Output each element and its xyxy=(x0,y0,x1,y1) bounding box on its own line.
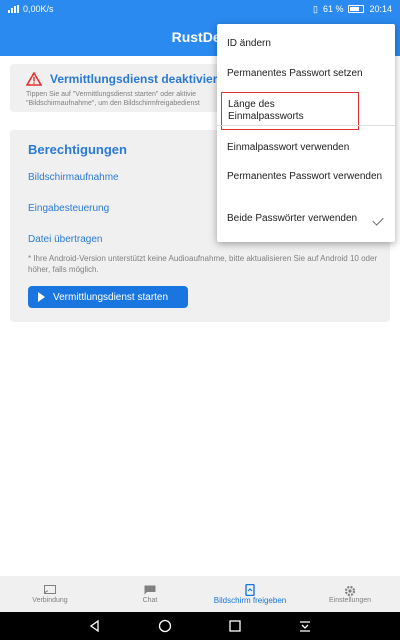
audio-note: * Ihre Android-Version unterstützt keine… xyxy=(28,254,378,274)
service-status-title: Vermittlungsdienst deaktiviert xyxy=(50,72,222,86)
cast-icon xyxy=(44,584,56,595)
status-left: 0,00K/s xyxy=(8,4,54,14)
home-icon[interactable] xyxy=(158,619,172,633)
phone-share-icon xyxy=(244,583,256,596)
bottom-navigation: Verbindung Chat Bildschirm freigeben Ein… xyxy=(0,576,400,612)
start-service-button[interactable]: Vermittlungsdienst starten xyxy=(28,286,188,308)
clock: 20:14 xyxy=(369,4,392,14)
tab-settings-label: Einstellungen xyxy=(328,596,372,604)
menu-item-use-permanent-password[interactable]: Permanentes Passwort verwenden xyxy=(227,171,385,183)
vibrate-icon: ▯ xyxy=(313,3,318,14)
overflow-menu: ID ändern Permanentes Passwort setzen Lä… xyxy=(217,24,395,242)
tab-settings[interactable]: Einstellungen xyxy=(300,576,400,612)
tab-chat-label: Chat xyxy=(142,596,158,604)
tab-connection-label: Verbindung xyxy=(32,596,68,604)
system-navigation-bar xyxy=(0,612,400,640)
gear-icon xyxy=(344,585,356,596)
menu-item-change-id[interactable]: ID ändern xyxy=(227,38,385,50)
permission-screen-capture[interactable]: Bildschirmaufnahme xyxy=(28,172,119,183)
tab-screen-share-label: Bildschirm freigeben xyxy=(213,595,287,605)
menu-item-use-otp[interactable]: Einmalpasswort verwenden xyxy=(227,142,385,154)
network-speed: 0,00K/s xyxy=(23,4,54,14)
battery-percent: 61 % xyxy=(322,4,344,14)
chat-icon xyxy=(144,585,156,595)
tab-screen-share[interactable]: Bildschirm freigeben xyxy=(200,576,300,612)
tab-connection[interactable]: Verbindung xyxy=(0,576,100,612)
battery-icon xyxy=(348,5,365,13)
start-service-label: Vermittlungsdienst starten xyxy=(53,291,169,303)
notification-pulldown-icon[interactable] xyxy=(298,619,312,633)
signal-icon xyxy=(8,5,19,13)
recents-icon[interactable] xyxy=(228,619,242,633)
status-bar: 0,00K/s ▯ 61 % 20:14 xyxy=(0,0,400,18)
menu-divider xyxy=(217,125,395,126)
status-right: ▯ 61 % 20:14 xyxy=(313,4,392,15)
back-icon[interactable] xyxy=(88,619,102,633)
tab-chat[interactable]: Chat xyxy=(100,576,200,612)
play-icon xyxy=(38,292,45,302)
menu-item-set-permanent-password[interactable]: Permanentes Passwort setzen xyxy=(227,68,385,80)
permission-file-transfer[interactable]: Datei übertragen xyxy=(28,234,103,245)
permission-input-control[interactable]: Eingabesteuerung xyxy=(28,203,109,214)
menu-item-use-both-passwords[interactable]: Beide Passwörter verwenden xyxy=(227,213,385,225)
warning-icon xyxy=(26,72,42,86)
